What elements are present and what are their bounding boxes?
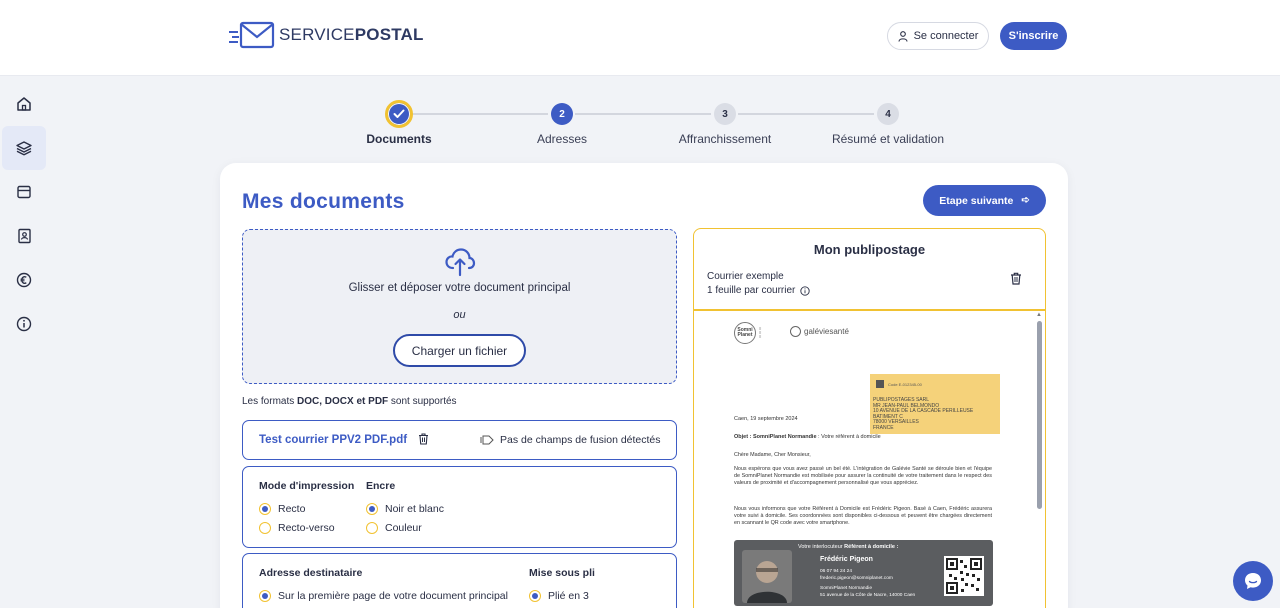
login-button[interactable]: Se connecter xyxy=(887,22,989,50)
preview-scrollbar[interactable] xyxy=(1037,321,1042,509)
contact-heading: Votre interlocuteur Référent à domicile … xyxy=(798,544,899,550)
letter-greeting: Chère Madame, Cher Monsieur, xyxy=(734,452,811,458)
scroll-up-icon[interactable]: ▲ xyxy=(1036,312,1042,318)
preview-title: Mon publipostage xyxy=(813,242,926,257)
sidebar-item-info[interactable] xyxy=(2,302,46,346)
arrow-right-icon: ➪ xyxy=(1021,195,1030,206)
radio-dot xyxy=(259,522,271,534)
file-name-link[interactable]: Test courrier PPV2 PDF.pdf xyxy=(259,434,407,446)
file-dropzone[interactable]: Glisser et déposer votre document princi… xyxy=(242,229,677,384)
letter-date: Caen, 19 septembre 2024 xyxy=(734,416,798,422)
check-icon xyxy=(393,109,405,118)
ink-title: Encre xyxy=(366,480,396,492)
uploaded-file: Test courrier PPV2 PDF.pdf Pas de champs… xyxy=(242,420,677,460)
step-connector xyxy=(738,113,874,115)
galevie-logo: galéviesanté xyxy=(790,326,849,337)
info-icon xyxy=(16,316,32,332)
preview-sample: Courrier exemple xyxy=(707,271,784,282)
cloud-upload-icon xyxy=(445,248,476,277)
address-options: Adresse destinataire Sur la première pag… xyxy=(242,553,677,608)
next-step-button[interactable]: Etape suivante ➪ xyxy=(923,185,1046,216)
letter-paragraph: Nous espérons que vous avez passé un bel… xyxy=(734,466,992,487)
address-book-icon xyxy=(18,228,31,244)
step-connector xyxy=(575,113,711,115)
user-icon xyxy=(898,30,908,42)
contact-name: Frédéric Pigeon xyxy=(820,556,873,563)
archive-icon xyxy=(17,185,31,199)
print-options: Mode d'impression Recto Recto-verso Encr… xyxy=(242,466,677,548)
radio-dot xyxy=(366,522,378,534)
letter-object: Objet : SomniPlanet Normandie : Votre ré… xyxy=(734,434,881,440)
supported-formats: Les formats DOC, DOCX et PDF sont suppor… xyxy=(242,396,457,407)
sidebar-item-pricing[interactable] xyxy=(2,258,46,302)
step-1-label[interactable]: Documents xyxy=(366,132,431,146)
radio-dot xyxy=(259,590,271,602)
radio-dot xyxy=(366,503,378,515)
dropzone-or: ou xyxy=(453,309,466,321)
step-4-label[interactable]: Résumé et validation xyxy=(832,132,944,146)
chat-icon xyxy=(1245,573,1261,589)
preview-sheets: 1 feuille par courrier xyxy=(707,285,811,296)
signup-button[interactable]: S'inscrire xyxy=(1000,22,1067,50)
chat-button[interactable] xyxy=(1233,561,1273,601)
folding-title: Mise sous pli xyxy=(529,567,595,579)
radio-recto[interactable]: Recto xyxy=(259,503,305,515)
print-mode-title: Mode d'impression xyxy=(259,480,355,492)
envelope-logo-icon xyxy=(229,21,275,49)
tag-icon xyxy=(480,435,494,445)
sidebar-item-archive[interactable] xyxy=(2,170,46,214)
radio-color[interactable]: Couleur xyxy=(366,522,422,534)
top-bar: SERVICEPOSTAL Se connecter S'inscrire xyxy=(0,0,1280,76)
address-window: Code E-012345-00 PUBLIPOSTAGES SARL MR J… xyxy=(870,374,1000,434)
step-3-indicator[interactable]: 3 xyxy=(714,103,736,125)
radio-black-white[interactable]: Noir et blanc xyxy=(366,503,444,515)
step-1-indicator[interactable] xyxy=(385,100,413,128)
contact-card: Votre interlocuteur Référent à domicile … xyxy=(734,540,993,606)
contact-info: 06 07 94 24 24 frederic.pigeon@somniplan… xyxy=(820,569,916,598)
documents-card: Mes documents Etape suivante ➪ Glisser e… xyxy=(220,163,1068,608)
somniplanet-logo: Somni Planet ≡ ≡ ≡ xyxy=(734,322,761,344)
logo[interactable]: SERVICEPOSTAL xyxy=(229,21,424,49)
merge-fields-status: Pas de champs de fusion détectés xyxy=(480,434,661,446)
recipient-address-title: Adresse destinataire xyxy=(259,567,363,579)
step-3-label[interactable]: Affranchissement xyxy=(679,132,772,146)
step-2-label[interactable]: Adresses xyxy=(537,132,587,146)
radio-fold-3[interactable]: Plié en 3 xyxy=(529,590,589,602)
radio-address-first-page[interactable]: Sur la première page de votre document p… xyxy=(259,590,508,602)
euro-icon xyxy=(16,272,32,288)
radio-dot xyxy=(259,503,271,515)
page-title: Mes documents xyxy=(242,190,405,213)
upload-file-button[interactable]: Charger un fichier xyxy=(393,334,526,367)
qr-code xyxy=(944,556,984,596)
sidebar xyxy=(0,77,48,608)
trash-icon[interactable] xyxy=(418,433,429,445)
trash-icon[interactable] xyxy=(1010,272,1022,285)
dropzone-instruction: Glisser et déposer votre document princi… xyxy=(348,282,571,294)
preview-divider xyxy=(694,309,1045,311)
step-connector xyxy=(412,113,548,115)
sidebar-item-contacts[interactable] xyxy=(2,214,46,258)
radio-recto-verso[interactable]: Recto-verso xyxy=(259,522,335,534)
radio-dot xyxy=(529,590,541,602)
letter-paragraph: Nous vous informons que votre Référent à… xyxy=(734,506,992,527)
logo-text: SERVICEPOSTAL xyxy=(279,25,424,44)
stepper: 2 3 4 Documents Adresses Affranchissemen… xyxy=(0,100,1280,150)
contact-photo xyxy=(742,550,792,603)
info-icon[interactable] xyxy=(800,285,811,296)
mailing-preview: Mon publipostage Courrier exemple 1 feui… xyxy=(693,228,1046,608)
step-4-indicator[interactable]: 4 xyxy=(877,103,899,125)
step-2-indicator[interactable]: 2 xyxy=(551,103,573,125)
document-preview: Somni Planet ≡ ≡ ≡ galéviesanté Code E-0123… xyxy=(734,314,1000,608)
